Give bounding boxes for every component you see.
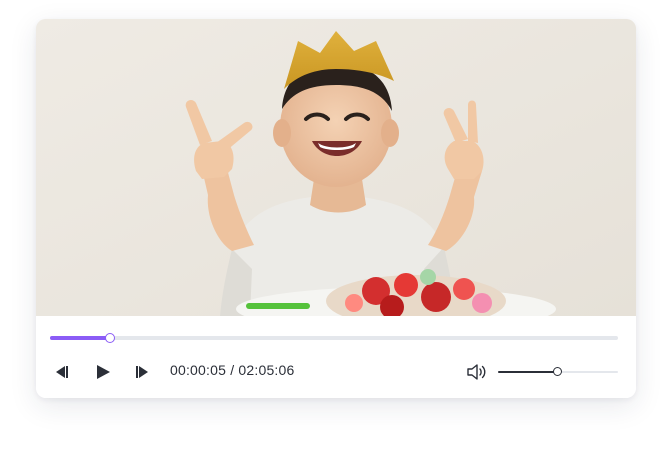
video-player: 00:00:05 / 02:05:06 bbox=[36, 19, 636, 398]
video-frame[interactable] bbox=[36, 19, 636, 316]
volume-button[interactable] bbox=[466, 362, 488, 382]
player-controls: 00:00:05 / 02:05:06 bbox=[36, 316, 636, 398]
progress-thumb[interactable] bbox=[104, 333, 115, 343]
current-time: 00:00:05 bbox=[170, 362, 227, 378]
volume-thumb[interactable] bbox=[553, 367, 562, 376]
progress-track bbox=[50, 336, 618, 340]
play-button[interactable] bbox=[92, 361, 114, 383]
video-image bbox=[36, 19, 636, 316]
skip-back-button[interactable] bbox=[50, 361, 72, 383]
skip-forward-icon bbox=[135, 365, 151, 379]
speaker-icon bbox=[466, 364, 488, 386]
time-separator: / bbox=[230, 362, 235, 378]
duration: 02:05:06 bbox=[238, 362, 295, 378]
time-display: 00:00:05 / 02:05:06 bbox=[170, 362, 295, 378]
skip-forward-button[interactable] bbox=[132, 361, 154, 383]
volume-slider[interactable] bbox=[498, 367, 618, 376]
progress-bar[interactable] bbox=[50, 333, 618, 343]
volume-fill bbox=[498, 371, 558, 373]
play-icon bbox=[95, 364, 111, 380]
skip-back-icon bbox=[53, 365, 69, 379]
progress-fill bbox=[50, 336, 110, 340]
